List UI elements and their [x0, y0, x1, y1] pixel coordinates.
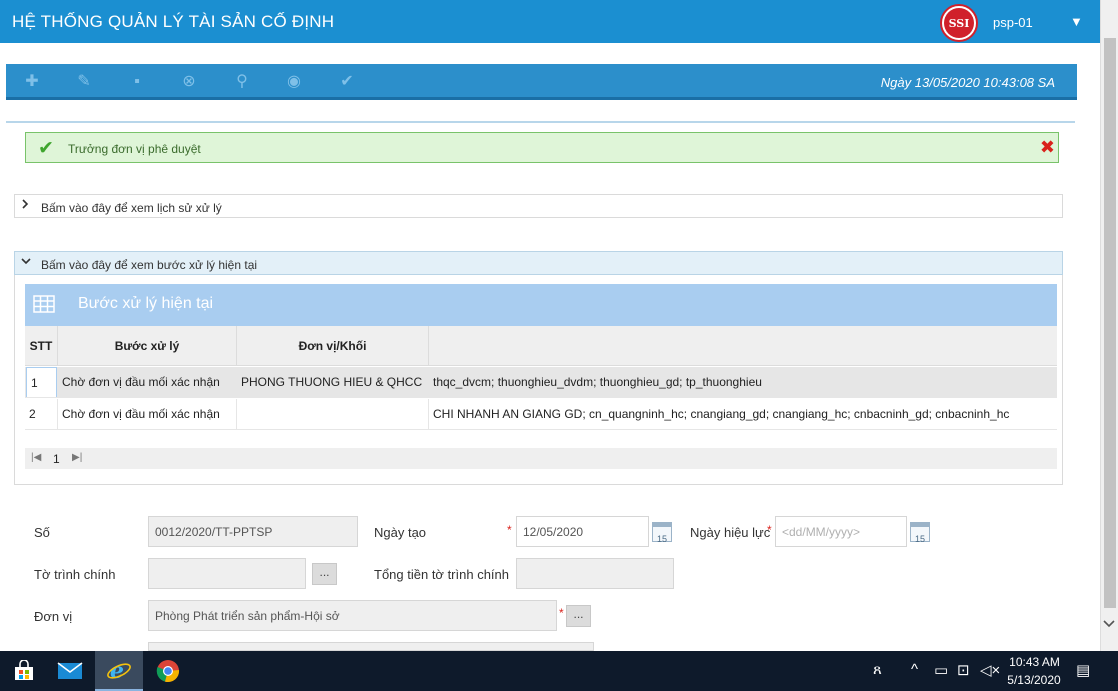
action-toolbar: ✚ ✎ ▪ ⊗ ⚲ ◉ ✔ Ngày 13/05/2020 10:43:08 S…	[6, 64, 1077, 100]
required-mark: *	[507, 523, 512, 537]
add-icon[interactable]: ✚	[22, 72, 42, 92]
calendar-icon[interactable]: 15	[910, 522, 930, 544]
don-vi-label: Đơn vị	[34, 609, 73, 624]
ngay-hieu-luc-label: Ngày hiệu lực	[690, 525, 771, 540]
toolbar-datetime: Ngày 13/05/2020 10:43:08 SA	[880, 75, 1055, 90]
notification-center-icon[interactable]: ▤	[1076, 661, 1090, 679]
to-trinh-chinh-lookup-button[interactable]: ...	[312, 563, 337, 585]
tong-tien-field[interactable]	[516, 558, 674, 589]
close-icon[interactable]: ✖	[1040, 137, 1055, 158]
view-icon[interactable]: ◉	[284, 72, 304, 92]
to-trinh-chinh-field[interactable]	[148, 558, 306, 589]
user-menu-name[interactable]: psp-01	[993, 15, 1033, 30]
battery-icon[interactable]: ▭	[934, 661, 948, 679]
so-field[interactable]: 0012/2020/TT-PPTSP	[148, 516, 358, 547]
network-icon[interactable]: ⊡	[957, 661, 970, 679]
windows-taskbar: e ጸ ^ ▭ ⊡ ◁× 10:43 AM 5/13/2020 ▤	[0, 651, 1118, 691]
save-icon[interactable]: ▪	[127, 72, 147, 92]
history-panel-label: Bấm vào đây để xem lịch sử xử lý	[41, 201, 222, 215]
mail-app-icon[interactable]	[46, 651, 94, 691]
next-field-partial[interactable]	[148, 642, 594, 651]
calendar-icon[interactable]: 15	[652, 522, 672, 544]
don-vi-lookup-button[interactable]: ...	[566, 605, 591, 627]
edit-icon[interactable]: ✎	[74, 72, 94, 92]
scroll-down-icon[interactable]	[1103, 617, 1115, 631]
alert-text: Trưởng đơn vị phê duyệt	[68, 142, 201, 156]
cell-stt: 1	[26, 367, 57, 397]
required-mark: *	[559, 606, 564, 620]
cell-stt: 2	[25, 399, 58, 429]
cell-step: Chờ đơn vị đầu mối xác nhận	[58, 367, 237, 397]
required-mark: *	[767, 523, 772, 537]
logo-text: SSI	[944, 8, 974, 38]
chevron-right-icon	[21, 199, 29, 212]
cancel-icon[interactable]: ⊗	[179, 72, 199, 92]
taskbar-date[interactable]: 5/13/2020	[1003, 673, 1065, 687]
cell-step: Chờ đơn vị đầu mối xác nhận	[58, 399, 237, 429]
current-page-number[interactable]: 1	[53, 452, 60, 466]
taskbar-time[interactable]: 10:43 AM	[1007, 655, 1062, 669]
to-trinh-chinh-label: Tờ trình chính	[34, 567, 116, 582]
last-page-icon[interactable]: ▶|	[72, 452, 82, 463]
table-row[interactable]: 1 Chờ đơn vị đầu mối xác nhận PHONG THUO…	[25, 367, 1057, 398]
grid-pager: |◀ 1 ▶|	[25, 448, 1057, 469]
store-app-icon[interactable]	[0, 651, 48, 691]
so-label: Số	[34, 525, 50, 540]
grid-title-bar: Bước xử lý hiện tại	[25, 284, 1057, 326]
first-page-icon[interactable]: |◀	[31, 452, 41, 463]
cell-unit: PHONG THUONG HIEU & QHCC	[237, 367, 429, 397]
volume-icon[interactable]: ◁×	[980, 661, 1000, 679]
user-menu-caret-icon[interactable]: ▼	[1070, 14, 1083, 29]
check-icon: ✔	[38, 138, 54, 159]
ngay-hieu-luc-field[interactable]: <dd/MM/yyyy>	[775, 516, 907, 547]
chevron-down-icon	[21, 256, 31, 268]
don-vi-field[interactable]: Phòng Phát triển sản phẩm-Hội sở	[148, 600, 557, 631]
page-scrollbar[interactable]	[1100, 0, 1118, 651]
people-icon[interactable]: ጸ	[873, 661, 882, 678]
internet-explorer-app-icon[interactable]: e	[95, 651, 143, 691]
current-step-panel-toggle[interactable]: Bấm vào đây để xem bước xử lý hiện tại	[14, 251, 1063, 275]
table-icon	[33, 295, 55, 313]
table-row[interactable]: 2 Chờ đơn vị đầu mối xác nhận CHI NHANH …	[25, 399, 1057, 430]
search-icon[interactable]: ⚲	[232, 72, 252, 92]
cell-users: thqc_dvcm; thuonghieu_dvdm; thuonghieu_g…	[433, 375, 762, 389]
app-title: HỆ THỐNG QUẢN LÝ TÀI SẢN CỐ ĐỊNH	[12, 12, 335, 31]
ngay-tao-label: Ngày tạo	[374, 525, 427, 540]
status-alert: ✔ Trưởng đơn vị phê duyệt ✖	[25, 132, 1059, 163]
column-header-unit[interactable]: Đơn vị/Khối	[237, 326, 429, 366]
ngay-tao-field[interactable]: 12/05/2020	[516, 516, 649, 547]
history-panel-toggle[interactable]: Bấm vào đây để xem lịch sử xử lý	[14, 194, 1063, 218]
current-step-panel-label: Bấm vào đây để xem bước xử lý hiện tại	[41, 258, 258, 272]
app-header: HỆ THỐNG QUẢN LÝ TÀI SẢN CỐ ĐỊNH SSI psp…	[0, 0, 1100, 43]
svg-text:e: e	[110, 658, 124, 683]
cell-users: CHI NHANH AN GIANG GD; cn_quangninh_hc; …	[433, 407, 1010, 421]
column-header-users[interactable]	[429, 326, 1057, 366]
approve-icon[interactable]: ✔	[337, 72, 357, 92]
content-divider	[6, 121, 1075, 123]
tong-tien-label: Tổng tiền tờ trình chính	[374, 567, 509, 582]
scrollbar-thumb[interactable]	[1104, 38, 1116, 608]
column-header-stt[interactable]: STT	[25, 326, 58, 366]
company-logo: SSI	[940, 4, 978, 42]
grid-title: Bước xử lý hiện tại	[78, 295, 214, 312]
show-hidden-icons-icon[interactable]: ^	[911, 661, 918, 678]
column-header-step[interactable]: Bước xử lý	[58, 326, 237, 366]
grid-header: STT Bước xử lý Đơn vị/Khối	[25, 326, 1057, 366]
chrome-app-icon[interactable]	[144, 651, 192, 691]
cell-unit	[237, 399, 429, 429]
